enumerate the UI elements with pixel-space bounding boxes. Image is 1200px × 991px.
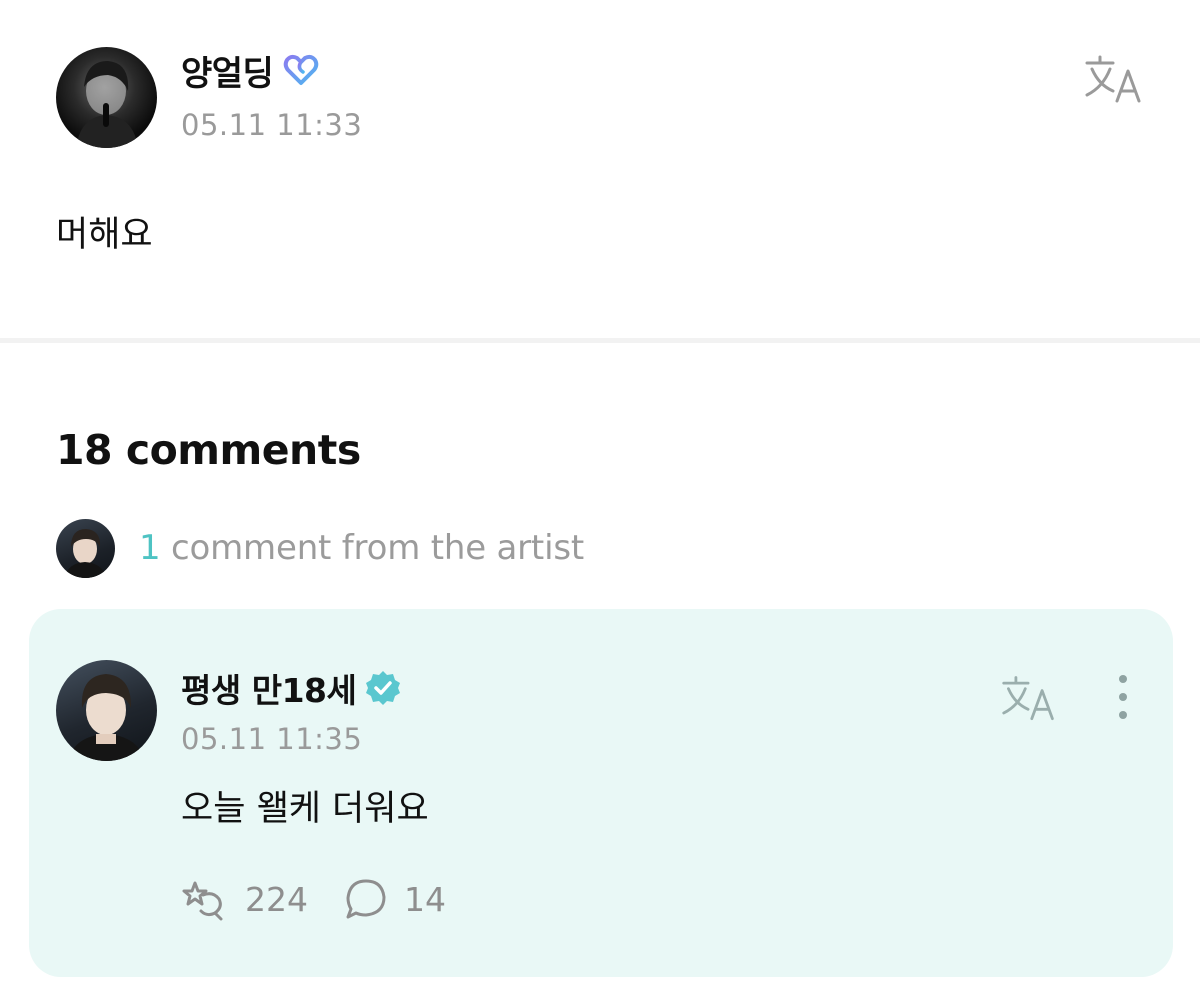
reply-count: 14 [404,879,446,919]
artist-mini-avatar [56,518,115,578]
post-author-name[interactable]: 양얼딩 [181,46,274,95]
post-body-text: 머해요 [56,215,153,255]
reply-comment-icon[interactable] [344,877,388,921]
translate-icon[interactable] [1083,55,1145,105]
artist-comment-body: 오늘 왤케 더워요 [181,789,429,829]
artist-comment-count: 1 [139,528,161,568]
artist-comment-avatar[interactable] [56,660,157,761]
like-count: 224 [245,879,308,919]
post-author-row: 양얼딩 [181,46,321,94]
post-author-avatar[interactable] [56,47,157,148]
post-detail-page: 양얼딩 05.11 11:33 머해요 18 comments 1 commen… [0,0,1200,991]
artist-comment-author-row: 평생 만18세 [181,665,402,711]
translate-icon[interactable] [1000,675,1058,723]
artist-comment-card: 평생 만18세 05.11 11:35 오늘 왤케 더워요 224 14 [29,609,1173,977]
like-reaction-icon[interactable] [181,877,229,921]
more-options-icon[interactable] [1111,673,1135,721]
verified-badge-icon [364,669,402,707]
post-timestamp: 05.11 11:33 [181,108,363,142]
artist-comment-label: comment from the artist [171,528,584,568]
comments-count-heading: 18 comments [56,426,361,474]
membership-heart-icon [281,50,321,90]
section-divider [0,338,1200,343]
artist-comment-actions: 224 14 [181,874,446,924]
artist-comment-timestamp: 05.11 11:35 [181,722,363,756]
artist-comment-summary[interactable]: 1 comment from the artist [56,518,584,578]
artist-comment-author[interactable]: 평생 만18세 [181,664,357,712]
